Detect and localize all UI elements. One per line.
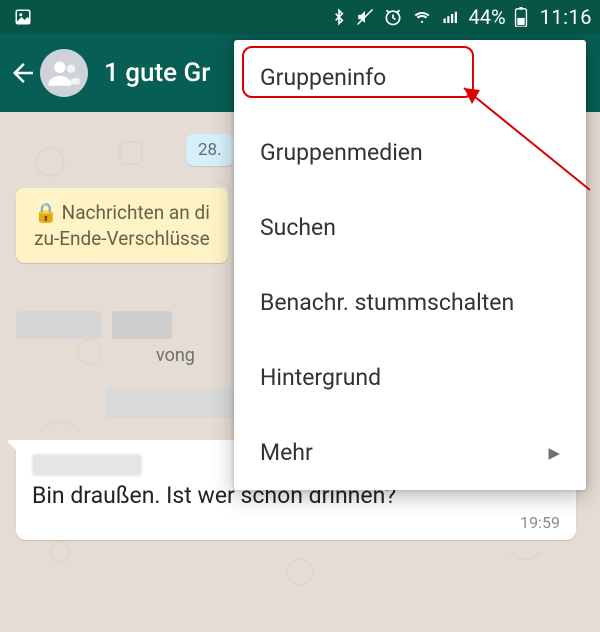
menu-item-label: Gruppeninfo	[260, 64, 386, 91]
cell-signal-icon	[441, 8, 461, 26]
menu-item-search[interactable]: Suchen	[234, 190, 586, 265]
alarm-icon	[383, 7, 403, 27]
menu-item-more[interactable]: Mehr ▸	[234, 415, 586, 490]
menu-item-label: Mehr	[260, 439, 313, 466]
image-notification-icon	[8, 8, 32, 26]
overflow-menu: Gruppeninfo Gruppenmedien Suchen Benachr…	[234, 40, 586, 490]
clock-time: 11:16	[540, 5, 592, 29]
back-button[interactable]	[8, 58, 38, 88]
encryption-text: Nachrichten an di zu-Ende-Verschlüsse	[34, 201, 210, 250]
mute-icon	[355, 8, 375, 26]
group-avatar[interactable]	[40, 49, 88, 97]
encryption-notice[interactable]: 🔒Nachrichten an di zu-Ende-Verschlüsse	[16, 188, 228, 263]
menu-item-label: Suchen	[260, 214, 336, 241]
redacted-sender-name	[32, 454, 142, 476]
bluetooth-icon	[331, 8, 347, 26]
menu-item-group-media[interactable]: Gruppenmedien	[234, 115, 586, 190]
wifi-icon	[411, 8, 433, 26]
menu-item-mute-notifications[interactable]: Benachr. stummschalten	[234, 265, 586, 340]
menu-item-label: Gruppenmedien	[260, 139, 423, 166]
android-statusbar: 44% 11:16	[0, 0, 600, 34]
menu-item-wallpaper[interactable]: Hintergrund	[234, 340, 586, 415]
lock-icon: 🔒	[34, 201, 58, 224]
menu-item-label: Hintergrund	[260, 364, 381, 391]
battery-icon	[514, 7, 528, 27]
chevron-right-icon: ▸	[548, 439, 560, 466]
battery-percent: 44%	[469, 5, 506, 29]
menu-item-group-info[interactable]: Gruppeninfo	[234, 40, 586, 115]
menu-item-label: Benachr. stummschalten	[260, 289, 514, 316]
group-title: 1 gute Gr	[104, 59, 210, 88]
date-chip: 28.	[186, 134, 234, 166]
message-time: 19:59	[32, 513, 560, 532]
